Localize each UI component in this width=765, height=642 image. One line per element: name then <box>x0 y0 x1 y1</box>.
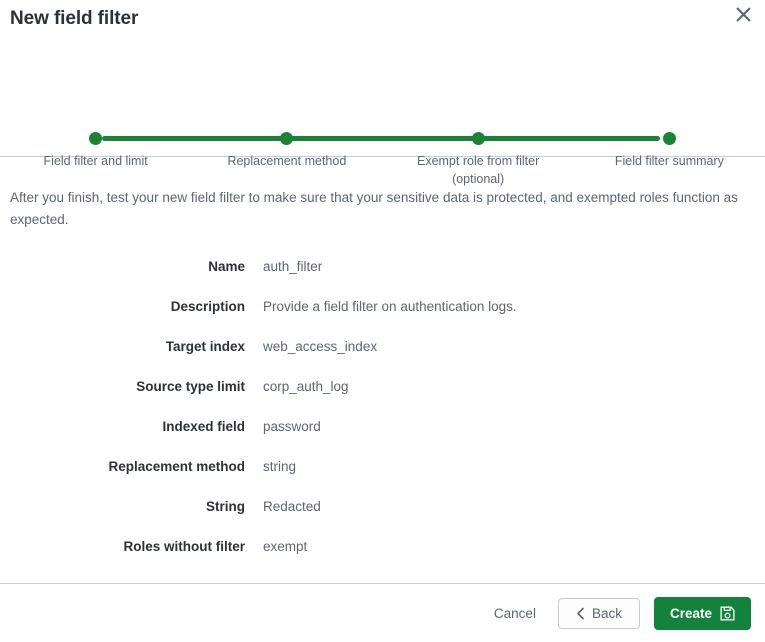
close-button[interactable] <box>729 0 757 28</box>
summary-label: Indexed field <box>162 419 245 434</box>
create-button[interactable]: Create <box>653 596 751 630</box>
summary-list: Name auth_filter Description Provide a f… <box>10 259 755 579</box>
summary-value: exempt <box>263 539 308 554</box>
summary-label: Target index <box>165 339 245 354</box>
summary-label: Replacement method <box>108 459 245 474</box>
summary-row-indexed-field: Indexed field password <box>10 419 755 459</box>
summary-value: password <box>263 419 321 434</box>
summary-value: web_access_index <box>263 339 378 354</box>
summary-row-target-index: Target index web_access_index <box>10 339 755 379</box>
stepper-dot-icon <box>280 132 294 145</box>
modal-body: After you finish, test your new field fi… <box>0 187 765 579</box>
stepper-dot-icon <box>662 132 676 145</box>
summary-label: Roles without filter <box>123 539 246 554</box>
summary-row-roles-without-filter: Roles without filter exempt <box>10 539 755 579</box>
stepper-step-label: Field filter and limit <box>43 154 148 168</box>
chevron-left-icon <box>576 607 585 620</box>
stepper-step-label: Exempt role from filter (optional) <box>416 154 540 186</box>
summary-label: String <box>206 499 245 514</box>
stepper-track <box>102 136 660 141</box>
summary-value: corp_auth_log <box>263 379 349 394</box>
save-floppy-icon <box>720 605 735 621</box>
back-button[interactable]: Back <box>557 597 640 629</box>
summary-row-source-type-limit: Source type limit corp_auth_log <box>10 379 755 419</box>
stepper-dot-icon <box>471 132 485 145</box>
close-icon <box>735 6 752 23</box>
summary-label: Description <box>170 299 245 314</box>
summary-row-replacement-method: Replacement method string <box>10 459 755 499</box>
summary-label: Name <box>208 259 245 274</box>
create-button-label: Create <box>669 605 712 621</box>
stepper-step-label: Field filter summary <box>614 154 724 168</box>
intro-text: After you finish, test your new field fi… <box>10 190 738 227</box>
modal-footer: Cancel Back Create <box>0 584 765 642</box>
summary-value: auth_filter <box>263 259 323 274</box>
stepper-dot-icon <box>89 132 103 145</box>
page-title: New field filter <box>10 8 139 29</box>
back-button-label: Back <box>591 605 622 621</box>
cancel-button[interactable]: Cancel <box>486 600 544 627</box>
summary-row-name: Name auth_filter <box>10 259 755 299</box>
summary-label: Source type limit <box>136 379 245 394</box>
summary-value: Redacted <box>263 499 321 514</box>
stepper: Field filter and limit Replacement metho… <box>0 56 765 186</box>
summary-value: Provide a field filter on authentication… <box>263 299 517 314</box>
stepper-step-label: Replacement method <box>227 154 347 168</box>
summary-row-description: Description Provide a field filter on au… <box>10 299 755 339</box>
summary-value: string <box>263 459 297 474</box>
modal-header: New field filter <box>0 0 765 48</box>
summary-row-string: String Redacted <box>10 499 755 539</box>
